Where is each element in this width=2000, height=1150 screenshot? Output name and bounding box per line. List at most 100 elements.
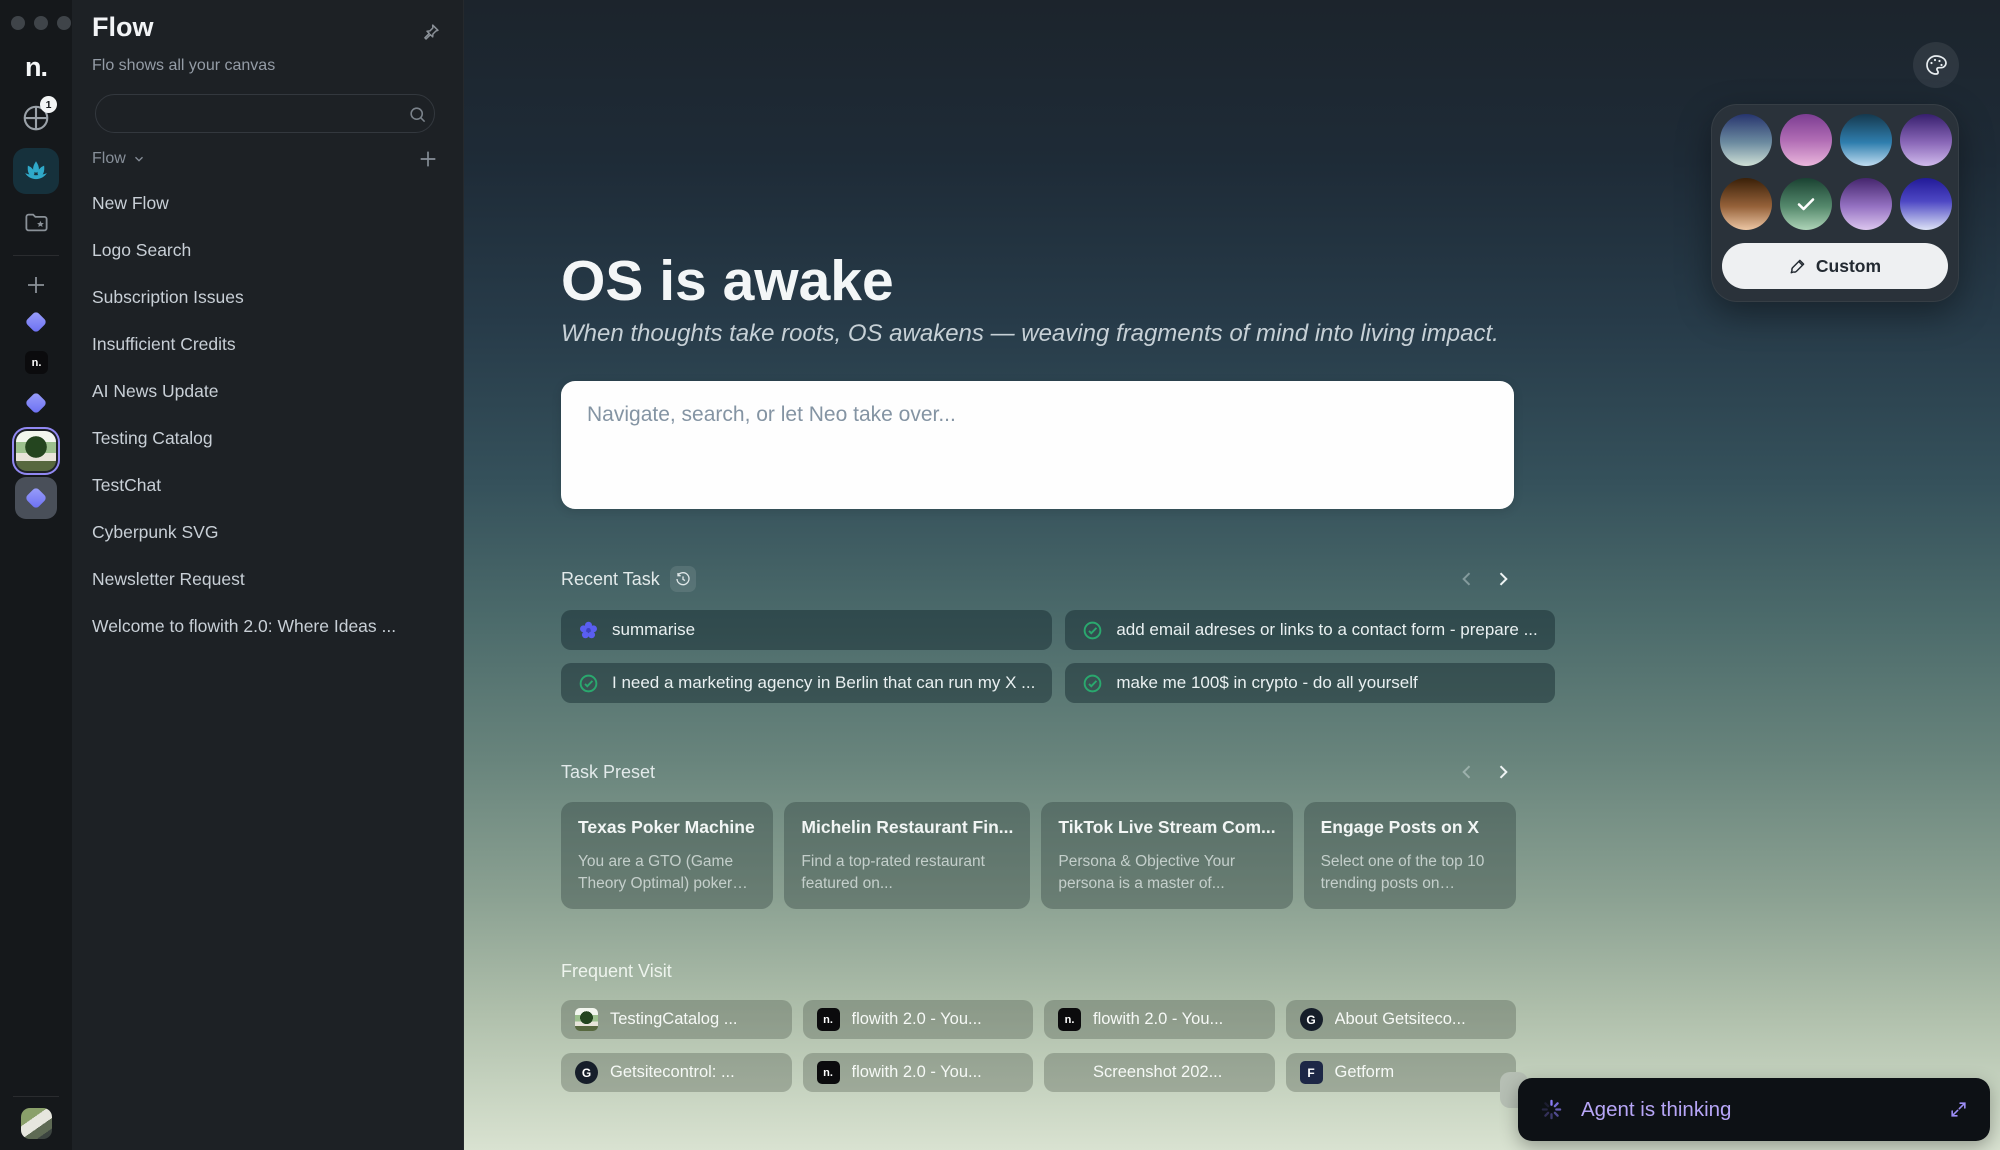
task-preset-card[interactable]: Engage Posts on X Select one of the top …: [1304, 802, 1516, 909]
sidebar-item-label: TestChat: [92, 475, 161, 495]
flower-icon: [578, 620, 599, 641]
recent-task-label: add email adreses or links to a contact …: [1116, 620, 1537, 640]
recent-task-chip[interactable]: add email adreses or links to a contact …: [1065, 610, 1554, 650]
frequent-visit-chip[interactable]: F Getform: [1286, 1053, 1517, 1092]
recent-task-grid: summarise add email adreses or links to …: [561, 610, 1516, 703]
theme-swatch[interactable]: [1840, 178, 1892, 230]
preset-card-description: Find a top-rated restaurant featured on.…: [801, 851, 1013, 895]
sidebar-item-label: Logo Search: [92, 240, 191, 260]
task-preset-card[interactable]: Texas Poker Machine You are a GTO (Game …: [561, 802, 773, 909]
frequent-visit-chip[interactable]: G Getsitecontrol: ...: [561, 1053, 792, 1092]
sidebar-item[interactable]: TestChat: [72, 462, 463, 509]
window-zoom-button[interactable]: [57, 16, 71, 30]
preset-card-description: Select one of the top 10 trending posts …: [1321, 851, 1499, 895]
theme-swatch[interactable]: [1900, 178, 1952, 230]
frequent-visit-label: Screenshot 202...: [1093, 1063, 1222, 1082]
frequent-visit-label: flowith 2.0 - You...: [1093, 1010, 1223, 1029]
omnibox-input[interactable]: [561, 381, 1514, 509]
flowith-mini-icon[interactable]: n.: [25, 351, 48, 374]
user-avatar[interactable]: [21, 1108, 52, 1139]
frequent-visit-label: flowith 2.0 - You...: [852, 1063, 982, 1082]
frequent-visit-chip[interactable]: n. flowith 2.0 - You...: [1044, 1000, 1275, 1039]
flowith-favicon: n.: [817, 1061, 840, 1084]
theme-button[interactable]: [1913, 42, 1959, 88]
sidebar-item[interactable]: Insufficient Credits: [72, 321, 463, 368]
theme-swatch[interactable]: [1900, 114, 1952, 166]
canvas-list: New Flow Logo Search Subscription Issues…: [72, 180, 463, 650]
sidebar-search-input[interactable]: [95, 94, 435, 133]
window-minimize-button[interactable]: [34, 16, 48, 30]
notification-badge: 1: [40, 96, 57, 113]
window-close-button[interactable]: [11, 16, 25, 30]
flow-section-toggle[interactable]: Flow: [92, 150, 146, 168]
sidebar-item-label: Testing Catalog: [92, 428, 213, 448]
carousel-prev-icon[interactable]: [1454, 566, 1480, 592]
carousel-next-icon[interactable]: [1490, 566, 1516, 592]
frequent-visit-label: Getform: [1335, 1063, 1395, 1082]
custom-theme-button[interactable]: Custom: [1722, 243, 1948, 289]
agent-status-toast[interactable]: Agent is thinking: [1518, 1078, 1990, 1141]
theme-swatch[interactable]: [1840, 114, 1892, 166]
window-controls: [11, 16, 71, 30]
sidebar-item[interactable]: Cyberpunk SVG: [72, 509, 463, 556]
sidebar-item[interactable]: Testing Catalog: [72, 415, 463, 462]
add-flow-button[interactable]: [417, 148, 439, 170]
theme-swatch[interactable]: [1780, 178, 1832, 230]
frequent-visit-chip[interactable]: G About Getsiteco...: [1286, 1000, 1517, 1039]
folder-star-icon[interactable]: [23, 209, 50, 236]
carousel-next-icon[interactable]: [1490, 759, 1516, 785]
frequent-visit-header: Frequent Visit: [561, 961, 1516, 982]
frequent-visit-chip[interactable]: Screenshot 202...: [1044, 1053, 1275, 1092]
theme-swatch[interactable]: [1720, 178, 1772, 230]
pin-icon[interactable]: [420, 22, 441, 43]
sidebar-rail-flow-active[interactable]: [13, 148, 59, 194]
sidebar-item-label: Insufficient Credits: [92, 334, 236, 354]
chevron-down-icon: [132, 152, 146, 166]
recent-task-label: summarise: [612, 620, 695, 640]
canvas-diamond-icon[interactable]: [28, 395, 44, 411]
canvas-diamond-icon[interactable]: [28, 314, 44, 330]
sidebar-item[interactable]: Newsletter Request: [72, 556, 463, 603]
getsitecontrol-favicon: G: [1300, 1008, 1323, 1031]
preset-card-title: Engage Posts on X: [1321, 817, 1499, 838]
check-circle-icon: [578, 673, 599, 694]
sidebar-item-label: New Flow: [92, 193, 169, 213]
rail-divider: [13, 1096, 59, 1097]
testchat-tile[interactable]: [15, 477, 57, 519]
sidebar-item[interactable]: Welcome to flowith 2.0: Where Ideas ...: [72, 603, 463, 650]
add-workspace-button[interactable]: [24, 273, 48, 297]
theme-swatch[interactable]: [1780, 114, 1832, 166]
frequent-visit-chip[interactable]: n. flowith 2.0 - You...: [803, 1053, 1034, 1092]
getsitecontrol-favicon: G: [575, 1061, 598, 1084]
no-icon: [1058, 1061, 1081, 1084]
carousel-prev-icon[interactable]: [1454, 759, 1480, 785]
sidebar-item[interactable]: AI News Update: [72, 368, 463, 415]
frequent-visit-grid: TestingCatalog ... n. flowith 2.0 - You.…: [561, 1000, 1516, 1092]
recent-task-chip[interactable]: summarise: [561, 610, 1052, 650]
sidebar-item-label: Subscription Issues: [92, 287, 244, 307]
task-preset-card[interactable]: TikTok Live Stream Com... Persona & Obje…: [1041, 802, 1292, 909]
sidebar-item[interactable]: Subscription Issues: [72, 274, 463, 321]
flowith-favicon: n.: [817, 1008, 840, 1031]
palette-icon: [1924, 53, 1948, 77]
recent-task-header: Recent Task: [561, 566, 1516, 592]
theme-swatch[interactable]: [1720, 114, 1772, 166]
expand-icon[interactable]: [1949, 1100, 1968, 1119]
sidebar-item[interactable]: New Flow: [72, 180, 463, 227]
recent-task-chip[interactable]: I need a marketing agency in Berlin that…: [561, 663, 1052, 703]
sidebar-item[interactable]: Logo Search: [72, 227, 463, 274]
rail-divider: [13, 255, 59, 256]
history-icon[interactable]: [670, 566, 696, 592]
icon-rail: n. 1 n.: [0, 0, 72, 1150]
recent-task-chip[interactable]: make me 100$ in crypto - do all yourself: [1065, 663, 1554, 703]
testingcatalog-favicon: [575, 1008, 598, 1031]
frequent-visit-chip[interactable]: n. flowith 2.0 - You...: [803, 1000, 1034, 1039]
flowith-favicon: n.: [1058, 1008, 1081, 1031]
frequent-visit-label: About Getsiteco...: [1335, 1010, 1466, 1029]
testing-catalog-avatar-selected[interactable]: [16, 431, 56, 471]
custom-theme-label: Custom: [1816, 256, 1881, 277]
task-preset-card[interactable]: Michelin Restaurant Fin... Find a top-ra…: [784, 802, 1030, 909]
sidebar: Flow Flo shows all your canvas Flow New …: [72, 0, 464, 1150]
frequent-visit-chip[interactable]: TestingCatalog ...: [561, 1000, 792, 1039]
task-preset-header: Task Preset: [561, 759, 1516, 785]
